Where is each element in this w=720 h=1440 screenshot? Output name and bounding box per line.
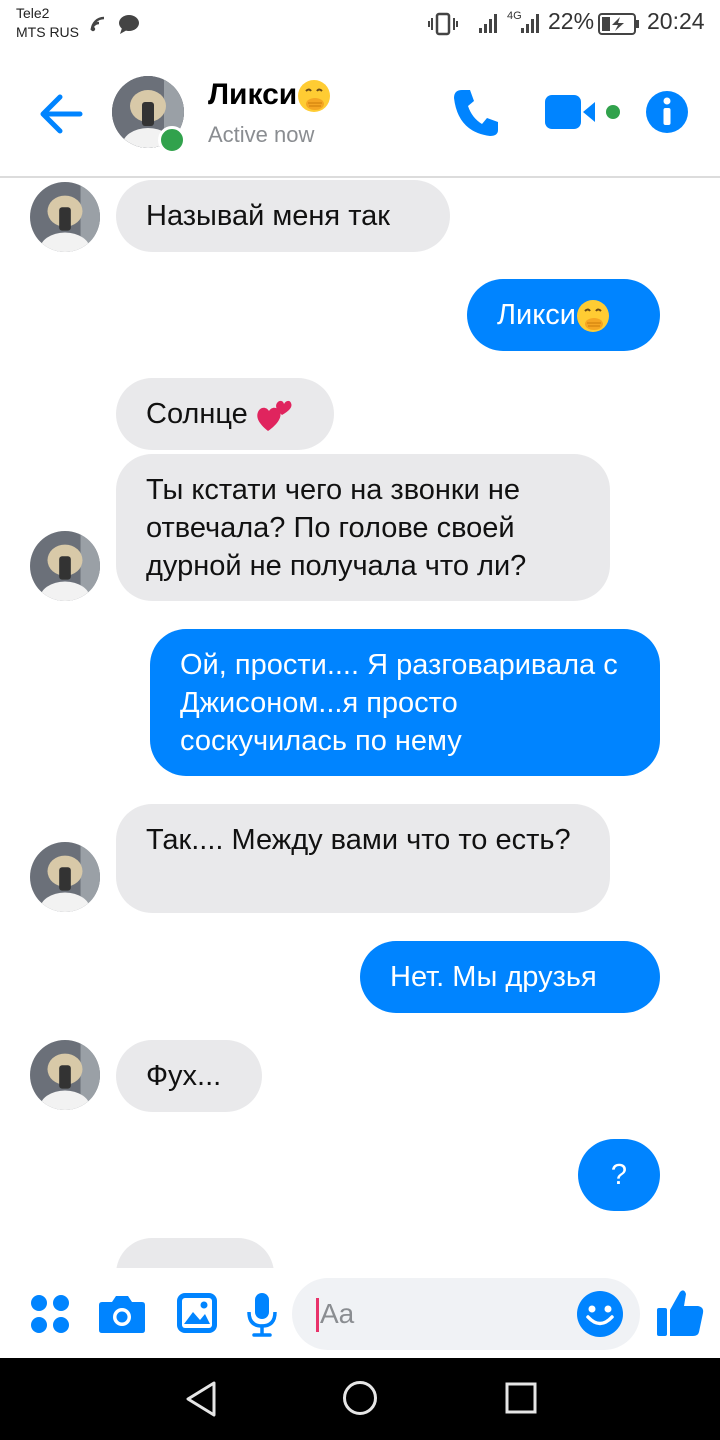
online-indicator <box>158 126 186 154</box>
message-text: Солнце <box>146 398 248 430</box>
nav-home-icon[interactable] <box>342 1380 378 1416</box>
message-text: Ты кстати чего на звонки не отвечала? По… <box>146 474 527 582</box>
avatar-photo <box>30 1040 100 1110</box>
hand-over-mouth-emoji-icon <box>298 80 331 113</box>
message-bubble-incoming[interactable]: Ты кстати чего на звонки не отвечала? По… <box>116 454 610 601</box>
video-camera-icon[interactable] <box>545 92 625 132</box>
contact-avatar-small[interactable] <box>30 842 100 912</box>
hand-over-mouth-emoji-icon <box>576 300 609 333</box>
contact-name: Ликси <box>208 78 298 111</box>
avatar-photo <box>30 842 100 912</box>
gallery-icon[interactable] <box>176 1292 218 1334</box>
message-bubble-outgoing[interactable]: Нет. Мы друзья <box>360 941 660 1013</box>
message-input-placeholder: Aa <box>320 1298 355 1329</box>
message-bubble-incoming[interactable]: Называй меня так <box>116 180 450 252</box>
contact-status: Active now <box>208 122 315 147</box>
contact-avatar-small[interactable] <box>30 182 100 252</box>
two-hearts-emoji-icon <box>257 401 292 432</box>
message-bubble-outgoing[interactable]: Ликси <box>467 279 660 351</box>
message-notification-icon <box>119 15 139 34</box>
message-bubble-incoming-partial[interactable] <box>116 1238 274 1268</box>
message-text: Ой, прости.... Я разговаривала с Джисоно… <box>180 649 618 757</box>
message-list[interactable]: Называй меня так Ликси Солнце Ты кстати … <box>0 178 720 1268</box>
message-text: ? <box>610 1159 628 1191</box>
microphone-icon[interactable] <box>246 1292 278 1338</box>
message-composer: Aa <box>0 1268 720 1358</box>
message-text: Нет. Мы друзья <box>390 961 597 993</box>
avatar-photo <box>30 531 100 601</box>
info-icon[interactable] <box>645 90 689 134</box>
back-arrow-icon[interactable] <box>36 88 88 140</box>
battery-percent: 22% <box>548 8 595 34</box>
message-text: Ликси <box>497 299 576 331</box>
system-navigation-bar <box>0 1358 720 1440</box>
message-text: Фух... <box>146 1060 222 1092</box>
camera-icon[interactable] <box>98 1294 146 1334</box>
message-text: Так.... Между вами что то есть? <box>146 824 571 856</box>
hotspot-icon <box>90 16 105 32</box>
smiley-icon[interactable] <box>576 1290 624 1338</box>
signal-icon-2 <box>521 14 539 33</box>
clock: 20:24 <box>647 8 705 34</box>
message-input[interactable]: Aa <box>292 1278 640 1350</box>
text-cursor <box>316 1298 319 1332</box>
avatar-photo <box>30 182 100 252</box>
battery-charging-icon <box>598 13 639 35</box>
signal-icon-1 <box>479 14 497 33</box>
chat-header: Ликси Active now <box>0 52 720 178</box>
carrier-label: Tele2 MTS RUS <box>16 4 79 42</box>
message-text: Называй меня так <box>146 200 390 232</box>
message-bubble-outgoing[interactable]: ? <box>578 1139 660 1211</box>
apps-grid-icon[interactable] <box>30 1294 70 1334</box>
carrier-line2: MTS RUS <box>16 24 79 40</box>
nav-recents-icon[interactable] <box>505 1382 537 1414</box>
phone-icon[interactable] <box>452 86 500 138</box>
message-bubble-incoming[interactable]: Так.... Между вами что то есть? <box>116 804 610 913</box>
carrier-line1: Tele2 <box>16 5 50 21</box>
nav-back-icon[interactable] <box>184 1380 218 1418</box>
contact-avatar-small[interactable] <box>30 1040 100 1110</box>
message-bubble-outgoing[interactable]: Ой, прости.... Я разговаривала с Джисоно… <box>150 629 660 776</box>
like-thumb-icon[interactable] <box>656 1288 704 1338</box>
contact-avatar-small[interactable] <box>30 531 100 601</box>
message-bubble-incoming[interactable]: Солнце <box>116 378 334 450</box>
status-bar: Tele2 MTS RUS 4G 22% 20:24 <box>0 0 720 50</box>
message-bubble-incoming[interactable]: Фух... <box>116 1040 262 1112</box>
vibrate-icon <box>428 12 458 36</box>
contact-name-row[interactable]: Ликси <box>208 78 331 113</box>
